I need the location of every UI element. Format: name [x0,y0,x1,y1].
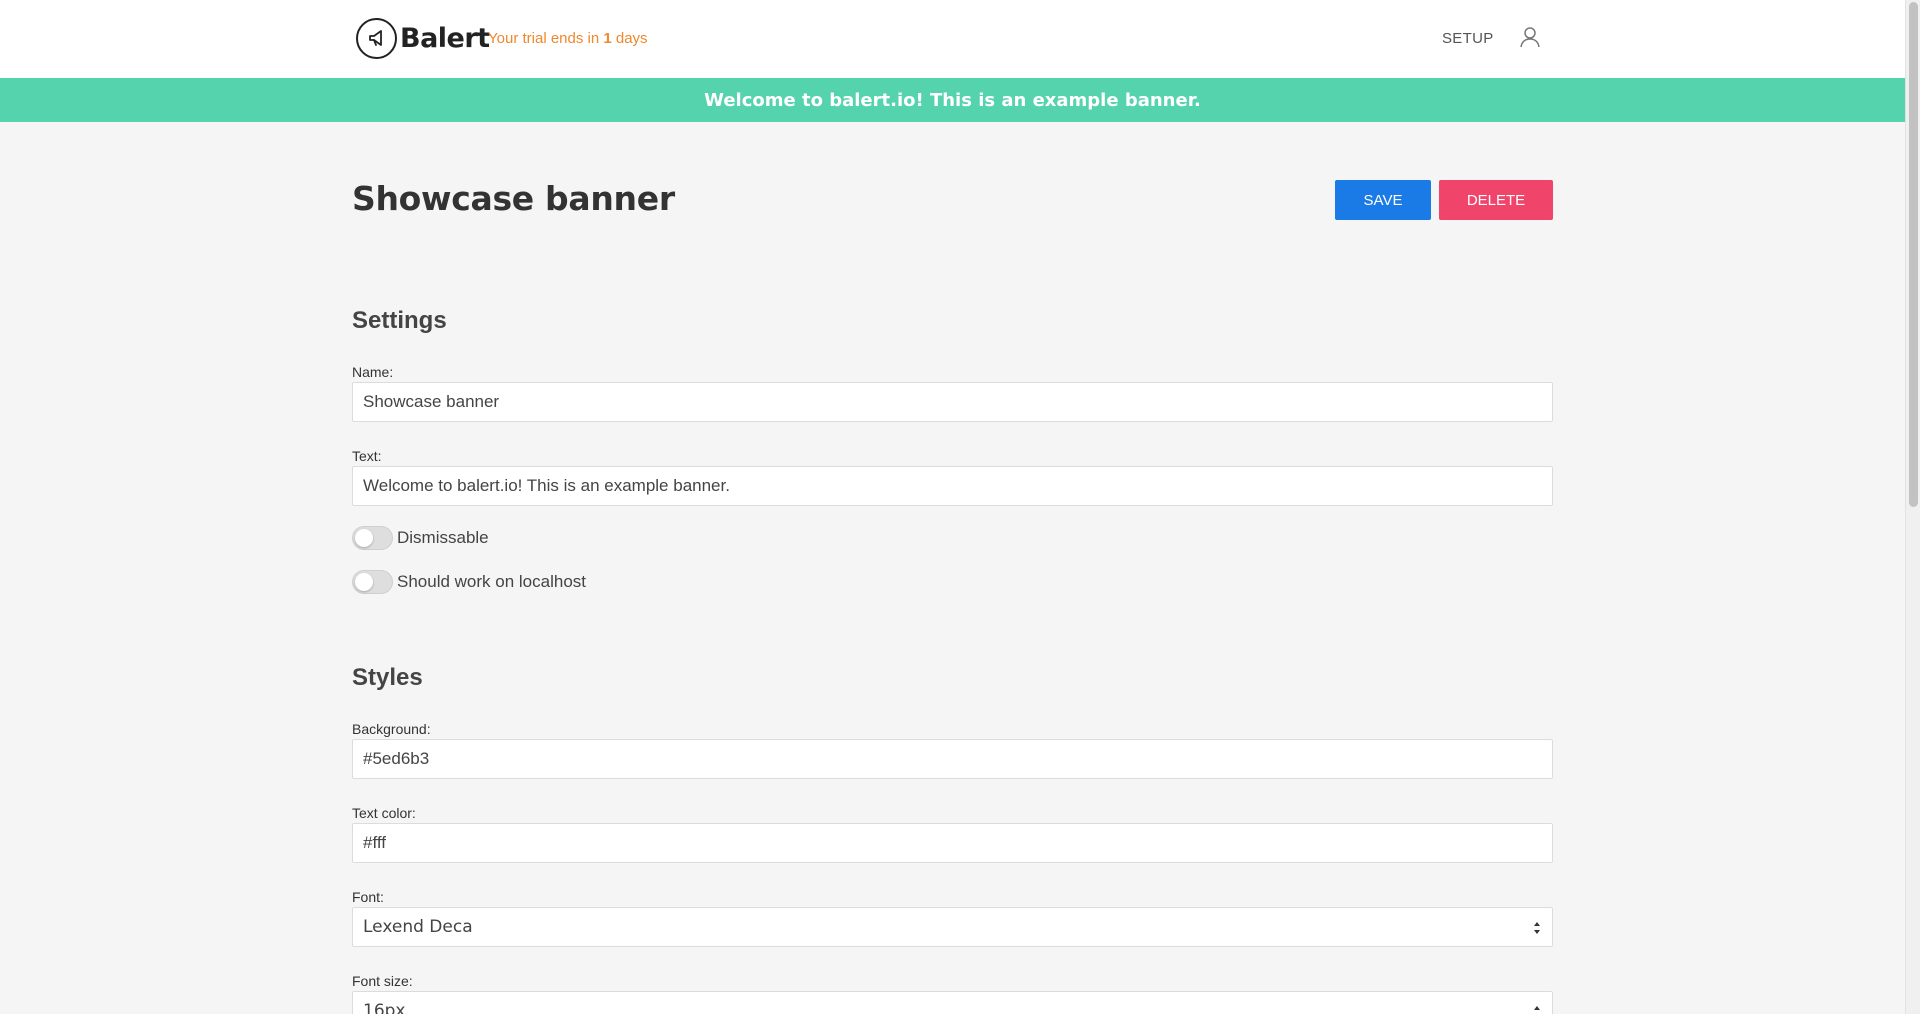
select-arrows-icon [1534,922,1540,934]
font-select-value: Lexend Deca [363,917,473,937]
settings-section-title: Settings [352,307,447,334]
font-select[interactable]: Lexend Deca [352,907,1553,947]
styles-section-title: Styles [352,664,423,691]
nav-setup-link[interactable]: SETUP [1442,30,1494,47]
text-label: Text: [352,448,382,464]
text-input[interactable] [352,466,1553,506]
trial-prefix: Your trial ends in [488,30,600,47]
logo-text: Balert [400,22,490,54]
font-size-label: Font size: [352,973,413,989]
page-scrollbar[interactable] [1905,0,1920,1014]
preview-banner: Welcome to balert.io! This is an example… [0,78,1905,122]
logo[interactable]: Balert [356,17,490,59]
localhost-toggle[interactable] [352,570,393,594]
trial-notice: Your trial ends in 1 days [488,30,648,47]
background-label: Background: [352,721,431,737]
localhost-label: Should work on localhost [397,572,587,591]
select-arrows-icon [1534,1006,1540,1010]
font-label: Font: [352,889,384,905]
app-viewport: Balert Your trial ends in 1 days SETUP W… [0,0,1905,1014]
toggle-knob [355,529,373,547]
trial-days: 1 [603,30,612,47]
background-input[interactable] [352,739,1553,779]
name-input[interactable] [352,382,1553,422]
nav-inner: Balert Your trial ends in 1 days SETUP [352,0,1552,78]
text-color-input[interactable] [352,823,1553,863]
font-size-select[interactable]: 16px [352,991,1553,1014]
toggle-knob [355,573,373,591]
font-size-select-value: 16px [363,1001,406,1014]
localhost-toggle-row[interactable]: Should work on localhost [352,570,586,594]
dismissable-toggle[interactable] [352,526,393,550]
trial-suffix: days [615,30,648,47]
delete-button[interactable]: DELETE [1439,180,1553,220]
dismissable-toggle-row[interactable]: Dismissable [352,526,489,550]
dismissable-label: Dismissable [397,528,489,547]
page-title: Showcase banner [352,179,675,218]
user-icon[interactable] [1518,25,1542,49]
save-button[interactable]: SAVE [1335,180,1431,220]
top-nav: Balert Your trial ends in 1 days SETUP [0,0,1905,78]
name-label: Name: [352,364,394,380]
scrollbar-thumb[interactable] [1909,2,1918,507]
megaphone-icon [356,17,397,59]
text-color-label: Text color: [352,805,416,821]
